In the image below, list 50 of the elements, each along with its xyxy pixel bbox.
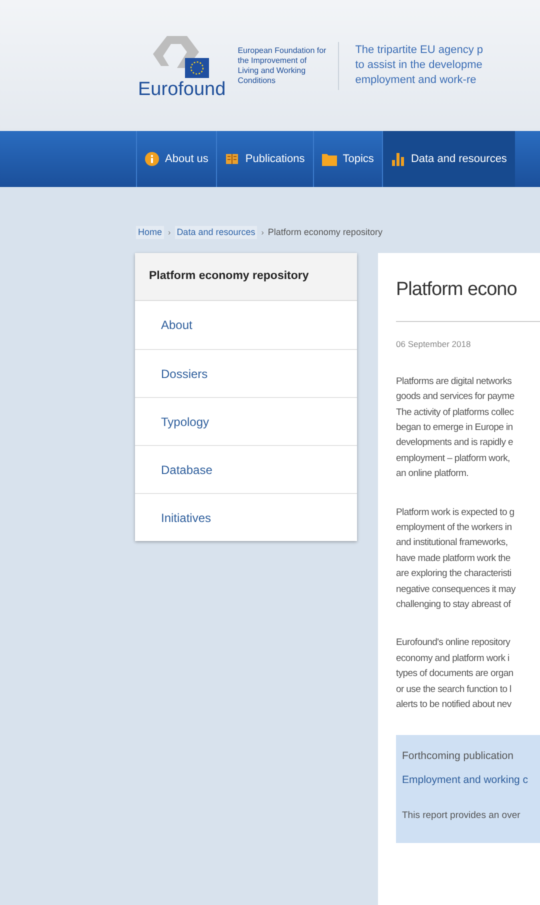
paragraph-line: began to emerge in Europe in <box>396 420 514 435</box>
paragraph-line: an online platform. <box>396 467 470 482</box>
article-date: 06 September 2018 <box>396 338 472 351</box>
paragraph-line: negative consequences it may <box>396 582 517 597</box>
paragraph-line: or use the search function to l <box>396 682 512 697</box>
paragraph-line: The activity of platforms collec <box>396 406 515 420</box>
paragraph-line: developments and is rapidly e <box>396 436 514 450</box>
breadcrumb-current: Platform economy repository <box>268 226 382 239</box>
organization-name: the Improvement of <box>238 56 308 66</box>
paragraph-line: Eurofound's online repository <box>396 636 512 650</box>
organization-name: Living and Working <box>238 66 307 76</box>
paragraph-line: challenging to stay abreast of <box>396 598 512 612</box>
paragraph-line: Platform work is expected to g <box>396 506 516 520</box>
sidebar-link[interactable]: About <box>135 301 357 349</box>
sidebar-link[interactable]: Typology <box>135 397 357 445</box>
tagline-text: to assist in the developme <box>355 58 483 73</box>
paragraph-line: alerts to be notified about nev <box>396 698 512 712</box>
book-icon <box>225 152 240 166</box>
sidebar-title: Platform economy repository <box>135 253 357 301</box>
paragraph-line: are exploring the characteristi <box>396 567 512 582</box>
breadcrumb-link[interactable]: Home <box>136 226 164 240</box>
breadcrumb-link[interactable]: Data and resources <box>174 226 258 240</box>
sidebar-link[interactable]: Database <box>135 445 357 493</box>
bar-chart-icon <box>390 152 405 166</box>
callout-label: Forthcoming publication <box>402 749 514 764</box>
nav-tab[interactable]: Data and resources <box>382 131 515 187</box>
breadcrumb-separator: › <box>261 226 264 238</box>
paragraph-line: and institutional frameworks, <box>396 536 509 550</box>
nav-tab[interactable]: About us <box>136 131 216 187</box>
paragraph-line: economy and platform work i <box>396 652 510 666</box>
article-title: Platform econo <box>396 278 518 302</box>
folder-icon <box>322 152 337 166</box>
paragraph-line: employment of the workers in <box>396 521 513 535</box>
tagline-text: employment and work-re <box>355 73 478 88</box>
sidebar-link[interactable]: Dossiers <box>135 349 357 397</box>
callout-text: This report provides an over <box>402 808 522 823</box>
logo-text: Eurofound <box>138 80 226 99</box>
publication-link[interactable]: Employment and working c <box>402 773 540 789</box>
info-icon <box>145 152 159 166</box>
paragraph-line: goods and services for payme <box>396 390 516 404</box>
nav-tab[interactable]: Publications <box>216 131 313 187</box>
paragraph-line: have made platform work the <box>396 552 512 566</box>
organization-name: European Foundation for <box>238 46 326 56</box>
paragraph-line: types of documents are organ <box>396 667 514 682</box>
organization-name: Conditions <box>238 76 276 86</box>
sidebar-link[interactable]: Initiatives <box>135 493 357 541</box>
paragraph-line: employment – platform work, <box>396 452 511 466</box>
paragraph-line: Platforms are digital networks <box>396 374 513 389</box>
breadcrumb-separator: › <box>168 226 171 238</box>
tagline-text: The tripartite EU agency p <box>355 43 483 58</box>
